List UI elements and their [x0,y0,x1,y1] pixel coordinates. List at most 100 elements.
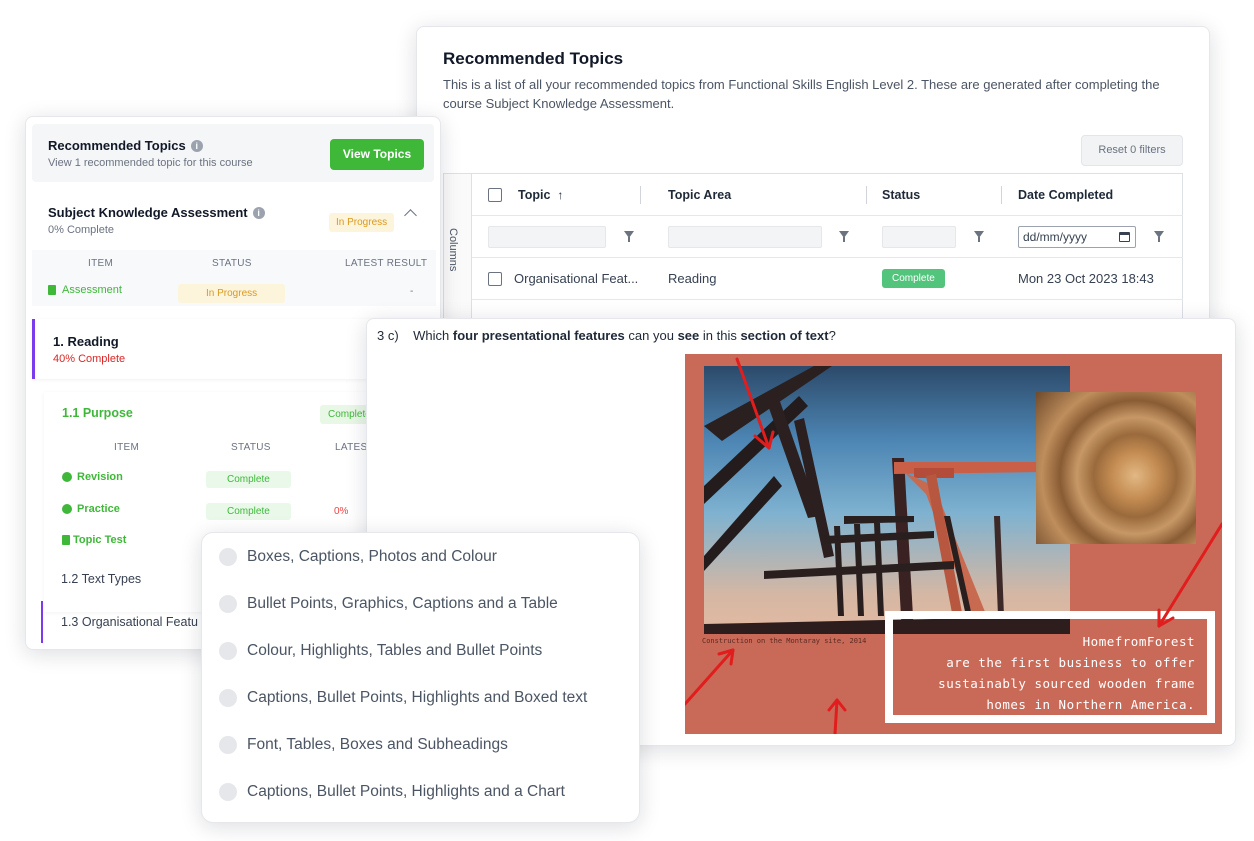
date-placeholder: dd/mm/yyyy [1023,229,1088,244]
practice-label: Practice [77,503,120,515]
row-date-completed: Mon 23 Oct 2023 18:43 [1018,271,1154,286]
radio-button[interactable] [219,689,237,707]
row-topic: Organisational Feat... [514,271,639,286]
arrow-icon [685,648,735,706]
col-status: STATUS [212,258,252,269]
column-header-topic[interactable]: Topic ↑ [518,174,563,215]
topic-test-label: Topic Test [73,534,127,546]
option-label: Captions, Bullet Points, Highlights and … [247,783,565,800]
question-emphasis: four presentational features [452,328,625,343]
row-checkbox[interactable] [488,271,502,286]
answer-option[interactable]: Captions, Bullet Points, Highlights and … [219,783,565,801]
filter-icon[interactable] [1152,230,1166,243]
select-all-checkbox[interactable] [488,187,502,202]
grid-header-row: Topic ↑ Topic Area Status Date Completed [472,174,1183,216]
option-label: Font, Tables, Boxes and Subheadings [247,736,508,753]
question-part: can you [624,328,678,343]
summary-subtitle: View 1 recommended topic for this course [48,157,253,169]
panel-description: This is a list of all your recommended t… [443,77,1160,111]
ska-items-table: ITEM STATUS LATEST RESULT Assessment In … [32,250,436,306]
option-label: Captions, Bullet Points, Highlights and … [247,689,588,706]
option-label: Colour, Highlights, Tables and Bullet Po… [247,642,543,659]
answer-option[interactable]: Colour, Highlights, Tables and Bullet Po… [219,642,542,660]
text-types-topic[interactable]: 1.2 Text Types [61,572,141,586]
answer-option[interactable]: Boxes, Captions, Photos and Colour [219,548,497,566]
answer-option[interactable]: Font, Tables, Boxes and Subheadings [219,736,508,754]
column-header-topic-area[interactable]: Topic Area [668,174,731,215]
date-filter-input[interactable]: dd/mm/yyyy [1018,225,1136,248]
question-text: 3 c) Which four presentational features … [377,328,836,343]
status-filter-input[interactable] [882,225,956,248]
radio-button[interactable] [219,548,237,566]
view-topics-button[interactable]: View Topics [330,139,424,170]
latest-result: 0% [334,506,349,517]
document-icon [62,535,70,545]
grid-filter-row: dd/mm/yyyy [472,216,1183,258]
topic-filter-input[interactable] [488,225,606,248]
columns-tab-label: Columns [447,228,459,272]
recommended-topics-summary: Recommended Topics i View 1 recommended t… [32,124,434,182]
topic-area-filter-input[interactable] [668,225,822,248]
radio-button[interactable] [219,736,237,754]
question-emphasis: section of text [740,328,829,343]
radio-button[interactable] [219,642,237,660]
summary-title: Recommended Topics [48,138,186,153]
question-image: Construction on the Montaray site, 2014 … [685,354,1222,734]
question-part: ? [828,328,836,343]
option-label: Bullet Points, Graphics, Captions and a … [247,595,558,612]
organisational-features-topic[interactable]: 1.3 Organisational Featu [61,615,198,629]
topic-test-link[interactable]: Topic Test [62,534,126,546]
calendar-icon[interactable] [1119,231,1130,242]
row-topic-area: Reading [668,271,717,286]
video-icon [62,472,72,482]
column-header-topic-label: Topic [518,187,551,202]
filter-icon[interactable] [972,230,986,243]
recommended-topics-panel: Recommended Topics This is a list of all… [416,26,1210,326]
col-latest-result: LATEST RESULT [345,258,428,269]
status-badge: In Progress [329,213,395,232]
practice-link[interactable]: Practice [62,503,120,515]
status-badge: Complete [206,471,291,488]
status-badge: Complete [882,269,945,288]
radio-button[interactable] [219,783,237,801]
info-icon[interactable]: i [252,207,265,219]
status-badge: Complete [206,503,291,520]
assessment-label: Assessment [62,284,122,296]
option-label: Boxes, Captions, Photos and Colour [247,548,497,565]
purpose-title[interactable]: 1.1 Purpose [62,406,133,420]
col-item: ITEM [88,258,114,269]
question-part: Which [413,328,453,343]
panel-title: Recommended Topics [443,49,624,68]
filter-icon[interactable] [837,230,851,243]
revision-link[interactable]: Revision [62,471,123,483]
radio-button[interactable] [219,595,237,613]
column-header-date-completed[interactable]: Date Completed [1018,174,1113,215]
reading-title: 1. Reading [53,334,119,349]
arrow-icon [735,357,771,450]
answer-option[interactable]: Captions, Bullet Points, Highlights and … [219,689,587,707]
latest-result: - [410,286,414,297]
subject-knowledge-assessment-section[interactable]: Subject Knowledge Assessment i 0% Complet… [26,185,440,306]
column-header-status[interactable]: Status [882,174,920,215]
topics-grid: Columns Topic ↑ Topic Area Status Date C… [443,173,1183,325]
col-status: STATUS [231,442,271,453]
question-part: in this [699,328,741,343]
assessment-link[interactable]: Assessment [48,284,122,296]
sort-ascending-icon: ↑ [557,187,564,202]
ska-title: Subject Knowledge Assessment [48,205,248,220]
columns-tab[interactable]: Columns [444,174,472,325]
info-icon[interactable]: i [190,140,203,152]
active-indicator [41,601,43,643]
chevron-up-icon[interactable] [404,209,417,222]
reading-progress: 40% Complete [53,353,126,365]
arrow-icon [833,698,839,734]
answer-option[interactable]: Bullet Points, Graphics, Captions and a … [219,595,558,613]
table-row[interactable]: Organisational Feat... Reading Complete … [472,258,1183,300]
filter-icon[interactable] [622,230,636,243]
question-emphasis: see [677,328,700,343]
ska-progress: 0% Complete [48,224,115,236]
col-item: ITEM [114,442,140,453]
arrow-icon [1157,522,1222,628]
reset-filters-button[interactable]: Reset 0 filters [1081,135,1183,166]
answer-options-panel: Boxes, Captions, Photos and Colour Bulle… [201,532,640,823]
